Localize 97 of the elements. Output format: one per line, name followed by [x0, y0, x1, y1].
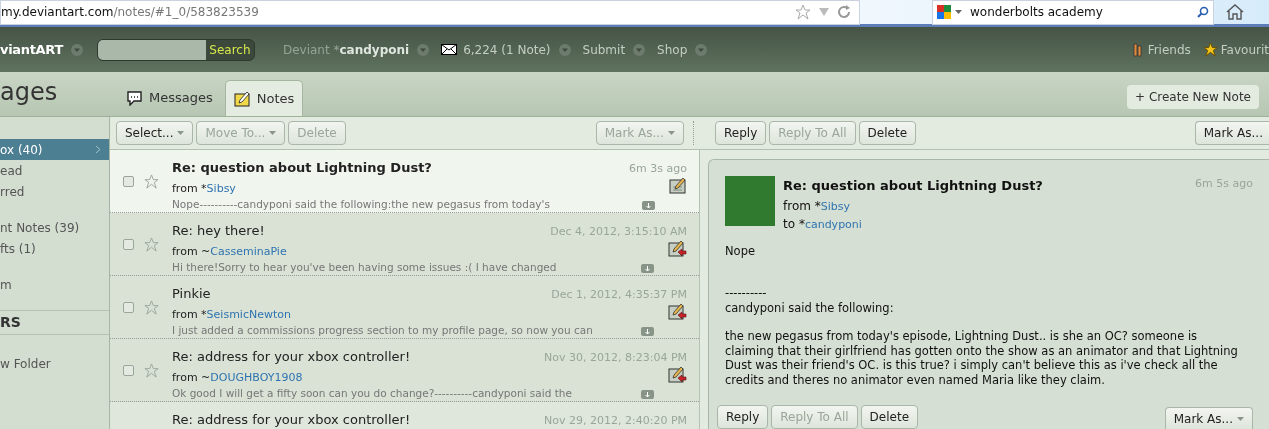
search-value: wonderbolts academy	[970, 4, 1104, 21]
note-pencil-icon	[233, 90, 251, 107]
home-icon[interactable]	[1226, 4, 1244, 20]
address-bar[interactable]: my.deviantart.com/notes/#1_0/583823539	[0, 0, 860, 25]
tab[interactable]: Messages	[118, 80, 221, 116]
expand-icon[interactable]	[641, 389, 654, 399]
sidebar-item[interactable]: w Folder	[0, 353, 109, 374]
dropdown-icon	[558, 43, 571, 56]
note-sender: from *SeismicNewton	[172, 306, 292, 323]
search-engine-icon[interactable]	[937, 5, 951, 19]
submit-link[interactable]: Submit	[582, 40, 626, 59]
sidebar-item[interactable]: ox (40)	[0, 139, 109, 160]
sidebar-item[interactable]: ead	[0, 160, 109, 181]
sidebar-section-header: RS	[0, 310, 109, 335]
tab[interactable]: Notes	[224, 80, 304, 116]
note-pencil-icon	[669, 175, 687, 194]
caret-icon	[1237, 416, 1244, 421]
expand-icon[interactable]	[641, 326, 654, 336]
note-subject: Re: question about Lightning Dust?	[172, 159, 433, 177]
note-row[interactable]: Pinkie Dec 1, 2012, 4:35:37 PM from *SeismicNewton I just added a commissions progress section to my profile page, so now you can	[110, 276, 699, 339]
toolbar-button[interactable]: Reply	[717, 405, 769, 429]
toolbar-button[interactable]: Delete	[860, 405, 919, 429]
star-icon[interactable]	[144, 173, 159, 189]
messages-count: 6,224 (1 Note)	[463, 41, 551, 59]
star-icon	[1202, 42, 1218, 57]
site-search-field[interactable]: Search	[96, 38, 255, 61]
toolbar-button[interactable]: Reply	[715, 121, 767, 145]
shop-link[interactable]: Shop	[657, 40, 688, 59]
star-icon[interactable]	[144, 362, 159, 378]
toolbar-button[interactable]: Delete	[858, 121, 917, 145]
note-subject: Re: hey there!	[172, 222, 266, 240]
reload-icon[interactable]	[837, 5, 851, 19]
note-sender: from *Sibsy	[172, 180, 237, 197]
note-reply-icon	[668, 364, 687, 383]
checkbox[interactable]	[123, 175, 134, 187]
toolbar-button[interactable]: Select...	[116, 121, 194, 145]
star-icon[interactable]	[795, 4, 811, 20]
messages-menu[interactable]: 6,224 (1 Note)	[441, 40, 571, 59]
search-field[interactable]: wonderbolts academy	[932, 0, 1214, 25]
note-date: Nov 29, 2012, 2:40:20 PM	[544, 413, 687, 429]
note-date: 6m 5s ago	[1195, 176, 1253, 192]
sidebar-item[interactable]: nt Notes (39)	[0, 217, 109, 238]
note-preview: Ok good I will get a fifty soon can you do change?----------candyponi said the	[172, 386, 573, 401]
caret-icon	[668, 131, 675, 135]
dropdown-icon	[70, 43, 83, 56]
note-row[interactable]: Re: hey there! Dec 4, 2012, 3:15:10 AM from ~CasseminaPie Hi there!Sorry to hear you've been having some issues :( I have changed	[110, 213, 699, 276]
note-sender: from *Sibsy	[783, 197, 851, 215]
note-row[interactable]: Re: address for your xbox controller! Nov 30, 2012, 8:23:04 PM from ~DOUGHBOY1908 Ok good I will get a fifty soon can you do change?----------candyponi said the	[110, 339, 699, 402]
star-icon[interactable]	[144, 236, 159, 252]
note-date: Dec 4, 2012, 3:15:10 AM	[550, 224, 687, 240]
note-date: Nov 30, 2012, 8:23:04 PM	[544, 350, 687, 366]
search-icon[interactable]	[1197, 6, 1209, 18]
sidebar-item[interactable]: m	[0, 274, 109, 295]
dropdown-icon[interactable]	[955, 10, 962, 14]
create-note-button[interactable]: + Create New Note	[1127, 85, 1259, 109]
note-body: Nope ---------- candyponi said the following: the new pegasus from today's episode, Lightning Dust.. is she an OC? someone is claiming that their girlfriend has gotten onto the show as an animator and that Lightning Dust was their friend's OC. is this true? i simply can't believe this as i've check all the credits and theres no animator even named Maria like they claim.	[725, 243, 1239, 387]
note-preview: Nope----------candyponi said the following:the new pegasus from today's	[172, 197, 551, 212]
note-subject: Re: address for your xbox controller!	[172, 348, 412, 366]
note-sender: from ~DOUGHBOY1908	[172, 369, 304, 386]
site-logo[interactable]: viantART	[0, 39, 63, 60]
mark-as-button[interactable]: Mark As...	[1194, 121, 1269, 145]
note-subject: Re: address for your xbox controller!	[172, 411, 412, 429]
envelope-icon	[441, 44, 458, 55]
mark-as-button[interactable]: Mark As...	[1164, 407, 1253, 429]
note-preview: Hi there!Sorry to hear you've been having some issues :( I have changed	[172, 260, 558, 275]
page-title: ages	[0, 77, 58, 108]
note-reply-icon	[668, 238, 687, 257]
friends-link[interactable]: Friends	[1147, 40, 1191, 59]
note-subject: Re: question about Lightning Dust?	[783, 177, 1044, 195]
note-preview: I just added a commissions progress section to my profile page, so now you can	[172, 323, 594, 338]
note-reply-icon	[668, 301, 687, 320]
sidebar-item[interactable]: rred	[0, 181, 109, 202]
dropdown-icon	[417, 43, 430, 56]
checkbox[interactable]	[123, 301, 134, 313]
url-text: my.deviantart.com/notes/#1_0/583823539	[1, 4, 259, 21]
expand-icon[interactable]	[642, 200, 655, 210]
note-subject: Pinkie	[172, 285, 212, 303]
note-sender: from ~CasseminaPie	[172, 243, 288, 260]
speech-bubble-icon	[126, 90, 143, 106]
friends-icon	[1131, 42, 1143, 57]
note-date: Dec 1, 2012, 4:35:37 PM	[551, 287, 687, 303]
dropdown-icon	[695, 43, 708, 56]
expand-icon[interactable]	[641, 263, 654, 273]
search-button[interactable]: Search	[205, 39, 254, 60]
dropdown-icon	[633, 43, 646, 56]
deviant-label: Deviant *candyponi	[282, 41, 410, 59]
chevron-icon	[96, 146, 101, 153]
note-row[interactable]: Re: question about Lightning Dust? 6m 3s ago from *Sibsy Nope----------candyponi said the following:the new pegasus from today's	[110, 150, 699, 213]
sidebar-item[interactable]: fts (1)	[0, 238, 109, 259]
checkbox[interactable]	[123, 364, 134, 376]
deviant-menu[interactable]: Deviant *candyponi	[282, 40, 430, 59]
checkbox[interactable]	[123, 238, 134, 250]
note-recipient: to *candyponi	[783, 216, 863, 233]
star-icon[interactable]	[144, 299, 159, 315]
note-date: 6m 3s ago	[629, 161, 687, 177]
avatar-image	[725, 176, 775, 226]
favourites-link[interactable]: Favourit	[1220, 40, 1269, 59]
